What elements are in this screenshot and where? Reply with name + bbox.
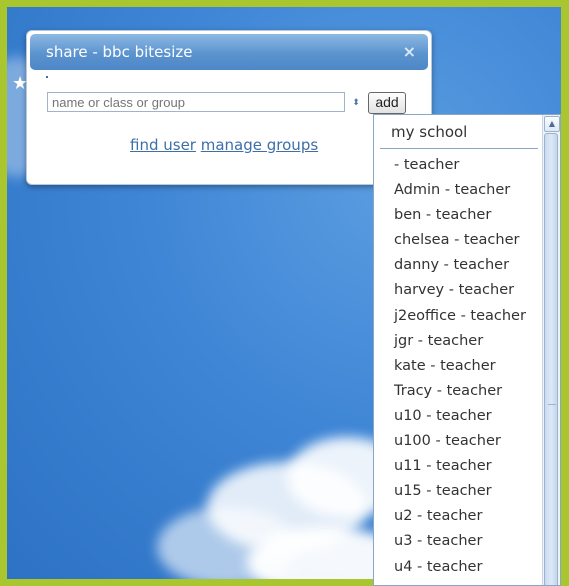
dialog-titlebar[interactable]: share - bbc bitesize × [30,34,428,70]
scrollbar-thumb[interactable] [544,133,558,585]
list-item[interactable]: j2eoffice - teacher [394,304,526,329]
dropdown-group-header: my school [391,123,468,141]
focus-dot [46,76,48,78]
dialog-title: share - bbc bitesize [46,43,193,61]
list-item[interactable]: u11 - teacher [394,454,526,479]
list-item[interactable]: u100 - teacher [394,429,526,454]
dropdown-divider [380,148,538,149]
close-icon[interactable]: × [403,42,416,61]
list-item[interactable]: u10 - teacher [394,404,526,429]
user-suggestion-dropdown[interactable]: my school - teacher Admin - teacher ben … [373,114,561,586]
scroll-up-icon[interactable]: ▲ [544,116,560,132]
list-item[interactable]: u3 - teacher [394,529,526,554]
list-item[interactable]: u15 - teacher [394,479,526,504]
list-item[interactable]: - teacher [394,153,526,178]
scrollbar-grip [548,404,556,405]
list-item[interactable]: chelsea - teacher [394,228,526,253]
find-user-link[interactable]: find user [130,136,196,154]
list-item[interactable]: Admin - teacher [394,178,526,203]
list-item[interactable]: harvey - teacher [394,278,526,303]
share-search-input[interactable] [47,92,345,112]
list-item[interactable]: danny - teacher [394,253,526,278]
dropdown-scrollbar[interactable]: ▲ [542,115,560,585]
list-item[interactable]: ben - teacher [394,203,526,228]
dialog-links: find user manage groups [130,136,318,154]
manage-groups-link[interactable]: manage groups [201,136,318,154]
list-item[interactable]: u4 - teacher [394,555,526,580]
list-item[interactable]: jgr - teacher [394,329,526,354]
spinner-toggle-icon[interactable]: ⬍ [348,95,364,111]
add-button[interactable]: add [368,92,406,114]
list-item[interactable]: kate - teacher [394,354,526,379]
list-item[interactable]: Tracy - teacher [394,379,526,404]
list-item[interactable]: u2 - teacher [394,504,526,529]
dropdown-list: - teacher Admin - teacher ben - teacher … [394,153,526,580]
